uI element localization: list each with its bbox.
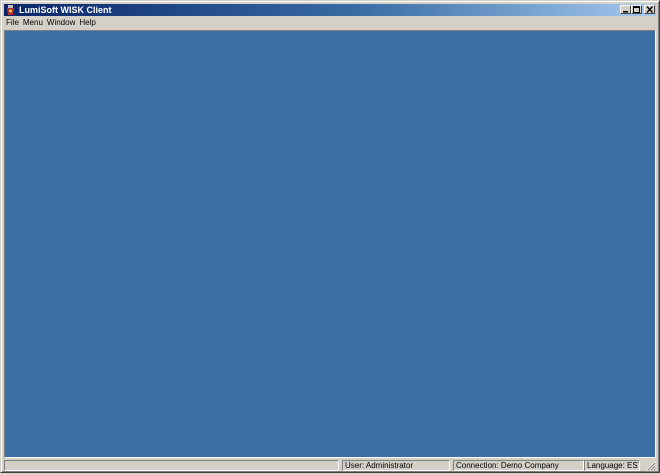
app-window: LumiSoft WISK Client File Menu Window He… [0,0,660,473]
maximize-icon [633,6,640,13]
status-user: User: Administrator [342,460,450,471]
menu-menu[interactable]: Menu [21,17,45,29]
maximize-button[interactable] [631,5,642,14]
title-bar[interactable]: LumiSoft WISK Client [4,4,656,16]
menu-help[interactable]: Help [77,17,97,29]
mdi-workspace[interactable] [4,30,656,458]
status-bar: User: Administrator Connection: Demo Com… [4,460,656,471]
window-title: LumiSoft WISK Client [19,5,112,15]
app-icon[interactable] [5,4,16,16]
status-main-panel [4,460,339,471]
resize-grip-icon[interactable] [644,460,656,471]
menu-file[interactable]: File [4,17,21,29]
minimize-button[interactable] [620,5,631,14]
menu-bar: File Menu Window Help [4,17,656,29]
status-connection: Connection: Demo Company [453,460,584,471]
minimize-icon [623,11,628,13]
window-controls [620,5,655,15]
status-language: Language: EST [584,460,640,471]
menu-window[interactable]: Window [45,17,77,29]
close-button[interactable] [644,5,655,14]
close-icon [646,6,654,13]
